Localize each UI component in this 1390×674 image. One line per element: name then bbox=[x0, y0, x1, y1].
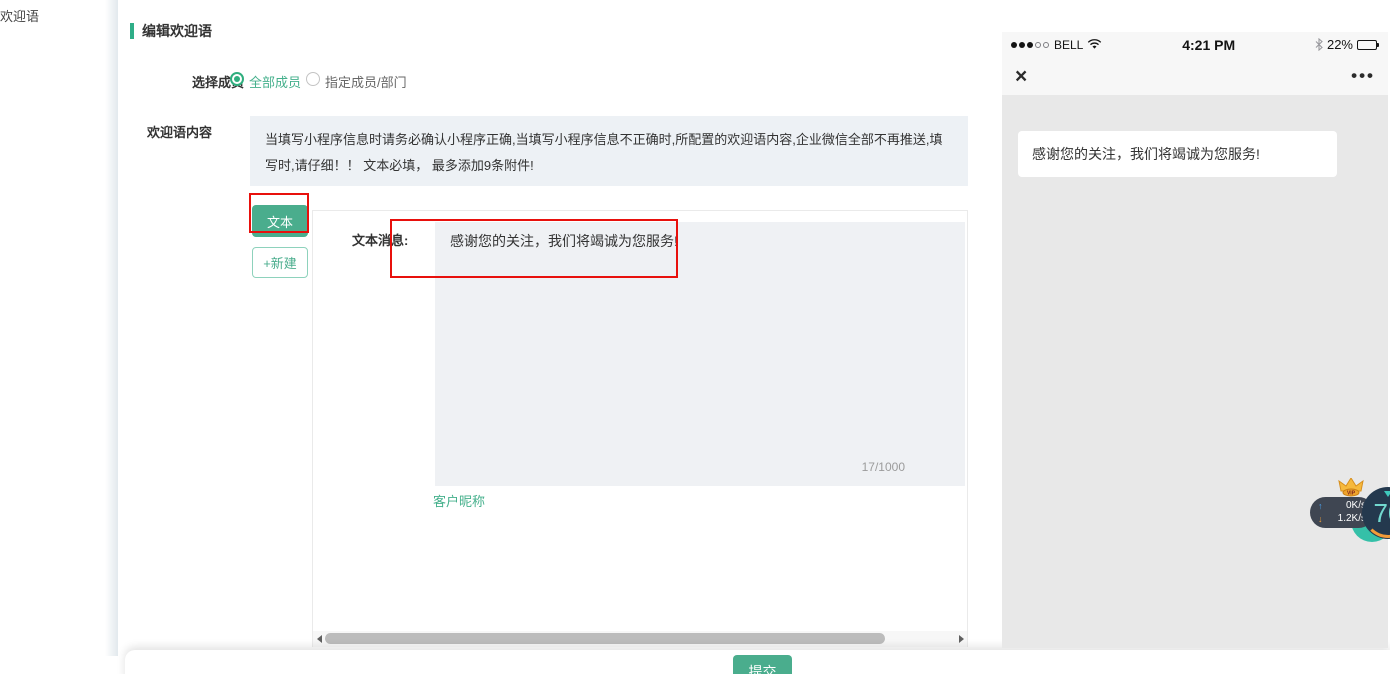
text-message-label: 文本消息: bbox=[352, 230, 408, 249]
submit-button[interactable]: 提交 bbox=[733, 655, 792, 674]
message-textarea[interactable]: 感谢您的关注，我们将竭诚为您服务! bbox=[435, 222, 965, 432]
phone-preview: BELL 4:21 PM 22% × ••• 感谢您的关注，我 bbox=[1002, 32, 1388, 648]
horizontal-scrollbar[interactable] bbox=[313, 631, 967, 647]
page-title: 编辑欢迎语 bbox=[130, 21, 212, 41]
title-accent-bar bbox=[130, 23, 134, 39]
scrollbar-right-arrow[interactable] bbox=[955, 631, 967, 647]
signal-dots-icon bbox=[1011, 42, 1049, 48]
vip-label: VIP bbox=[1347, 491, 1356, 497]
upload-arrow-icon: ↑ bbox=[1318, 500, 1323, 512]
radio-option-specified-members[interactable]: 指定成员/部门 bbox=[325, 72, 407, 91]
chat-message-bubble: 感谢您的关注，我们将竭诚为您服务! bbox=[1018, 131, 1337, 177]
page: 欢迎语 编辑欢迎语 选择成员 全部成员 指定成员/部门 欢迎语内容 当填写小程序… bbox=[0, 0, 1390, 674]
radio-selected-icon[interactable] bbox=[230, 72, 244, 86]
download-arrow-icon: ↓ bbox=[1318, 513, 1323, 525]
close-icon[interactable]: × bbox=[1015, 66, 1027, 87]
message-textarea-wrap: 感谢您的关注，我们将竭诚为您服务! 17/1000 bbox=[435, 222, 965, 486]
vip-crown-icon: VIP bbox=[1338, 478, 1364, 497]
page-title-text: 编辑欢迎语 bbox=[142, 21, 212, 41]
radio-option-all-members[interactable]: 全部成员 bbox=[249, 72, 301, 91]
notice-box: 当填写小程序信息时请务必确认小程序正确,当填写小程序信息不正确时,所配置的欢迎语… bbox=[250, 116, 968, 186]
scrollbar-thumb[interactable] bbox=[325, 633, 885, 644]
phone-nav-bar: × ••• bbox=[1002, 57, 1388, 95]
radio-unselected-icon[interactable] bbox=[306, 72, 320, 86]
more-icon[interactable]: ••• bbox=[1351, 66, 1375, 86]
carrier-label: BELL bbox=[1054, 38, 1083, 52]
text-tab-button[interactable]: 文本 bbox=[252, 205, 308, 237]
welcome-content-label: 欢迎语内容 bbox=[147, 122, 212, 141]
insert-nickname-link[interactable]: 客户昵称 bbox=[433, 491, 485, 510]
phone-status-bar: BELL 4:21 PM 22% bbox=[1002, 32, 1388, 57]
score-value: 70 bbox=[1374, 498, 1390, 529]
battery-percent-label: 22% bbox=[1327, 37, 1353, 52]
panel-shadow-divider bbox=[105, 0, 118, 656]
battery-icon bbox=[1357, 40, 1379, 50]
scrollbar-left-arrow[interactable] bbox=[313, 631, 325, 647]
clock-label: 4:21 PM bbox=[1102, 37, 1315, 53]
sidebar-item-welcome[interactable]: 欢迎语 bbox=[0, 6, 39, 25]
char-counter: 17/1000 bbox=[862, 460, 905, 474]
wifi-icon bbox=[1087, 39, 1102, 50]
bluetooth-icon bbox=[1315, 38, 1323, 51]
add-new-attachment-button[interactable]: +新建 bbox=[252, 247, 308, 278]
